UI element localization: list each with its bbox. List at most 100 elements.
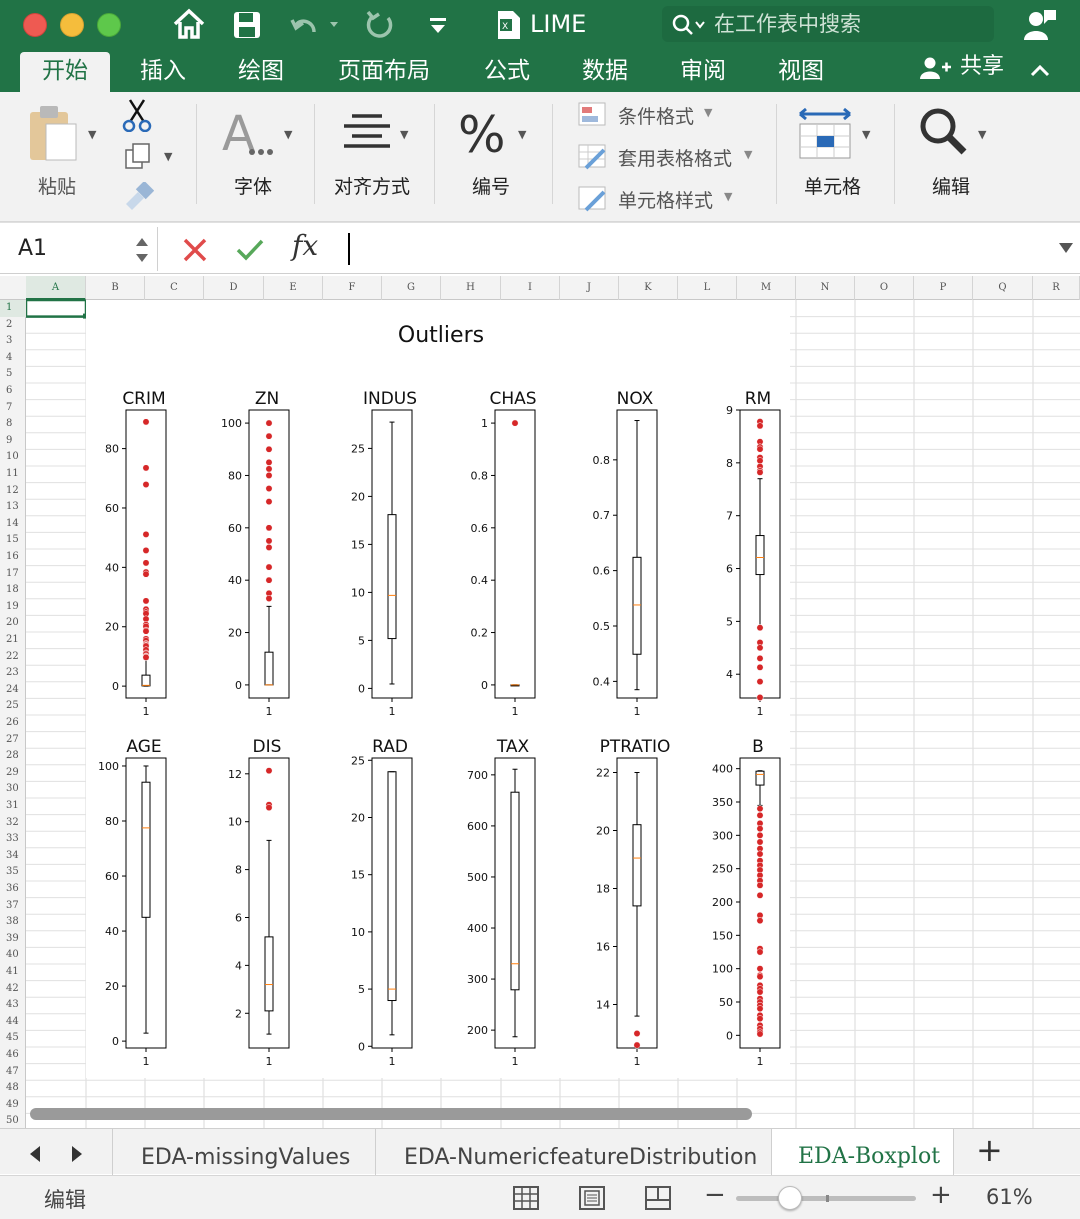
row-header[interactable]: 44: [0, 1014, 26, 1031]
horizontal-scrollbar[interactable]: [30, 1108, 752, 1120]
column-header[interactable]: M: [737, 276, 796, 300]
name-box-stepper-icon[interactable]: [134, 235, 150, 265]
column-header[interactable]: H: [441, 276, 501, 300]
row-header[interactable]: 18: [0, 582, 26, 599]
row-header[interactable]: 37: [0, 898, 26, 915]
row-header[interactable]: 15: [0, 532, 26, 549]
column-header[interactable]: G: [382, 276, 441, 300]
prev-sheet-icon[interactable]: [28, 1145, 42, 1163]
save-icon[interactable]: [232, 10, 262, 40]
sheet-tab-boxplot[interactable]: EDA-Boxplot: [772, 1129, 954, 1175]
row-header[interactable]: 13: [0, 499, 26, 516]
tab-view[interactable]: 视图: [760, 52, 842, 92]
column-header[interactable]: D: [204, 276, 264, 300]
row-header[interactable]: 6: [0, 383, 26, 400]
row-header[interactable]: 39: [0, 931, 26, 948]
column-header[interactable]: F: [323, 276, 382, 300]
zoom-out-button[interactable]: −: [704, 1180, 726, 1210]
row-header[interactable]: 21: [0, 632, 26, 649]
confirm-formula-icon[interactable]: [236, 237, 264, 263]
column-header[interactable]: Q: [973, 276, 1033, 300]
paste-icon[interactable]: [26, 102, 78, 164]
close-window-button[interactable]: [23, 13, 47, 37]
column-header[interactable]: L: [678, 276, 737, 300]
zoom-in-button[interactable]: +: [930, 1180, 952, 1210]
row-header[interactable]: 3: [0, 333, 26, 350]
row-header[interactable]: 17: [0, 566, 26, 583]
row-header[interactable]: 30: [0, 781, 26, 798]
account-icon[interactable]: [1022, 6, 1058, 42]
format-painter-icon[interactable]: [122, 182, 154, 210]
editing-group[interactable]: ▼ 编辑: [910, 92, 1000, 212]
cells-group[interactable]: ▼ 单元格: [790, 92, 886, 212]
row-header[interactable]: 22: [0, 649, 26, 666]
row-header[interactable]: 46: [0, 1047, 26, 1064]
row-header[interactable]: 24: [0, 682, 26, 699]
row-header[interactable]: 48: [0, 1080, 26, 1097]
tab-page-layout[interactable]: 页面布局: [322, 52, 446, 92]
undo-icon[interactable]: [290, 10, 340, 40]
row-header[interactable]: 34: [0, 848, 26, 865]
sheet-tab-numeric-distribution[interactable]: EDA-NumericfeatureDistribution: [376, 1129, 772, 1175]
row-header[interactable]: 23: [0, 665, 26, 682]
row-header[interactable]: 7: [0, 400, 26, 417]
column-header[interactable]: J: [560, 276, 619, 300]
column-header[interactable]: I: [501, 276, 560, 300]
row-header[interactable]: 27: [0, 732, 26, 749]
row-header[interactable]: 43: [0, 997, 26, 1014]
boxplot-chart[interactable]: Outliers CRIM0204060801ZN0204060801001IN…: [86, 300, 790, 1078]
insert-function-button[interactable]: fx: [292, 229, 318, 262]
zoom-slider[interactable]: [736, 1186, 916, 1210]
alignment-group[interactable]: ▼ 对齐方式: [324, 92, 432, 212]
column-header[interactable]: O: [855, 276, 914, 300]
row-header[interactable]: 1: [0, 300, 26, 317]
row-header[interactable]: 8: [0, 416, 26, 433]
row-header[interactable]: 26: [0, 715, 26, 732]
row-header[interactable]: 12: [0, 483, 26, 500]
maximize-window-button[interactable]: [97, 13, 121, 37]
tab-draw[interactable]: 绘图: [218, 52, 304, 92]
row-header[interactable]: 49: [0, 1097, 26, 1114]
number-group[interactable]: % ▼ 编号: [446, 92, 542, 212]
row-header[interactable]: 28: [0, 748, 26, 765]
sheet-tab-missing-values[interactable]: EDA-missingValues: [112, 1129, 376, 1175]
column-header[interactable]: P: [914, 276, 973, 300]
row-header[interactable]: 5: [0, 366, 26, 383]
tab-review[interactable]: 审阅: [662, 52, 744, 92]
home-icon[interactable]: [172, 8, 206, 40]
row-header[interactable]: 10: [0, 449, 26, 466]
row-header[interactable]: 14: [0, 516, 26, 533]
name-box[interactable]: A1: [0, 227, 158, 271]
row-header[interactable]: 45: [0, 1030, 26, 1047]
row-header[interactable]: 42: [0, 981, 26, 998]
column-header[interactable]: R: [1033, 276, 1080, 300]
search-input[interactable]: 在工作表中搜索: [662, 6, 994, 42]
copy-icon[interactable]: [124, 142, 152, 170]
expand-formula-icon[interactable]: [1058, 241, 1074, 255]
row-header[interactable]: 19: [0, 599, 26, 616]
tab-data[interactable]: 数据: [564, 52, 646, 92]
font-group[interactable]: A ▼ 字体: [210, 92, 310, 212]
zoom-slider-thumb[interactable]: [778, 1186, 802, 1210]
cut-icon[interactable]: [122, 98, 152, 132]
row-header[interactable]: 38: [0, 914, 26, 931]
row-header[interactable]: 11: [0, 466, 26, 483]
row-header[interactable]: 47: [0, 1064, 26, 1081]
row-header[interactable]: 33: [0, 831, 26, 848]
tab-home[interactable]: 开始: [20, 52, 110, 92]
column-header[interactable]: E: [264, 276, 323, 300]
tab-insert[interactable]: 插入: [120, 52, 206, 92]
redo-icon[interactable]: [364, 9, 396, 41]
next-sheet-icon[interactable]: [70, 1145, 84, 1163]
row-header[interactable]: 16: [0, 549, 26, 566]
page-break-view-icon[interactable]: [644, 1185, 672, 1211]
minimize-window-button[interactable]: [60, 13, 84, 37]
row-header[interactable]: 36: [0, 881, 26, 898]
column-header[interactable]: K: [619, 276, 678, 300]
row-header[interactable]: 50: [0, 1113, 26, 1128]
column-header[interactable]: B: [86, 276, 145, 300]
row-header[interactable]: 9: [0, 433, 26, 450]
row-header[interactable]: 20: [0, 615, 26, 632]
customize-toolbar-icon[interactable]: [428, 16, 448, 36]
normal-view-icon[interactable]: [512, 1185, 540, 1211]
